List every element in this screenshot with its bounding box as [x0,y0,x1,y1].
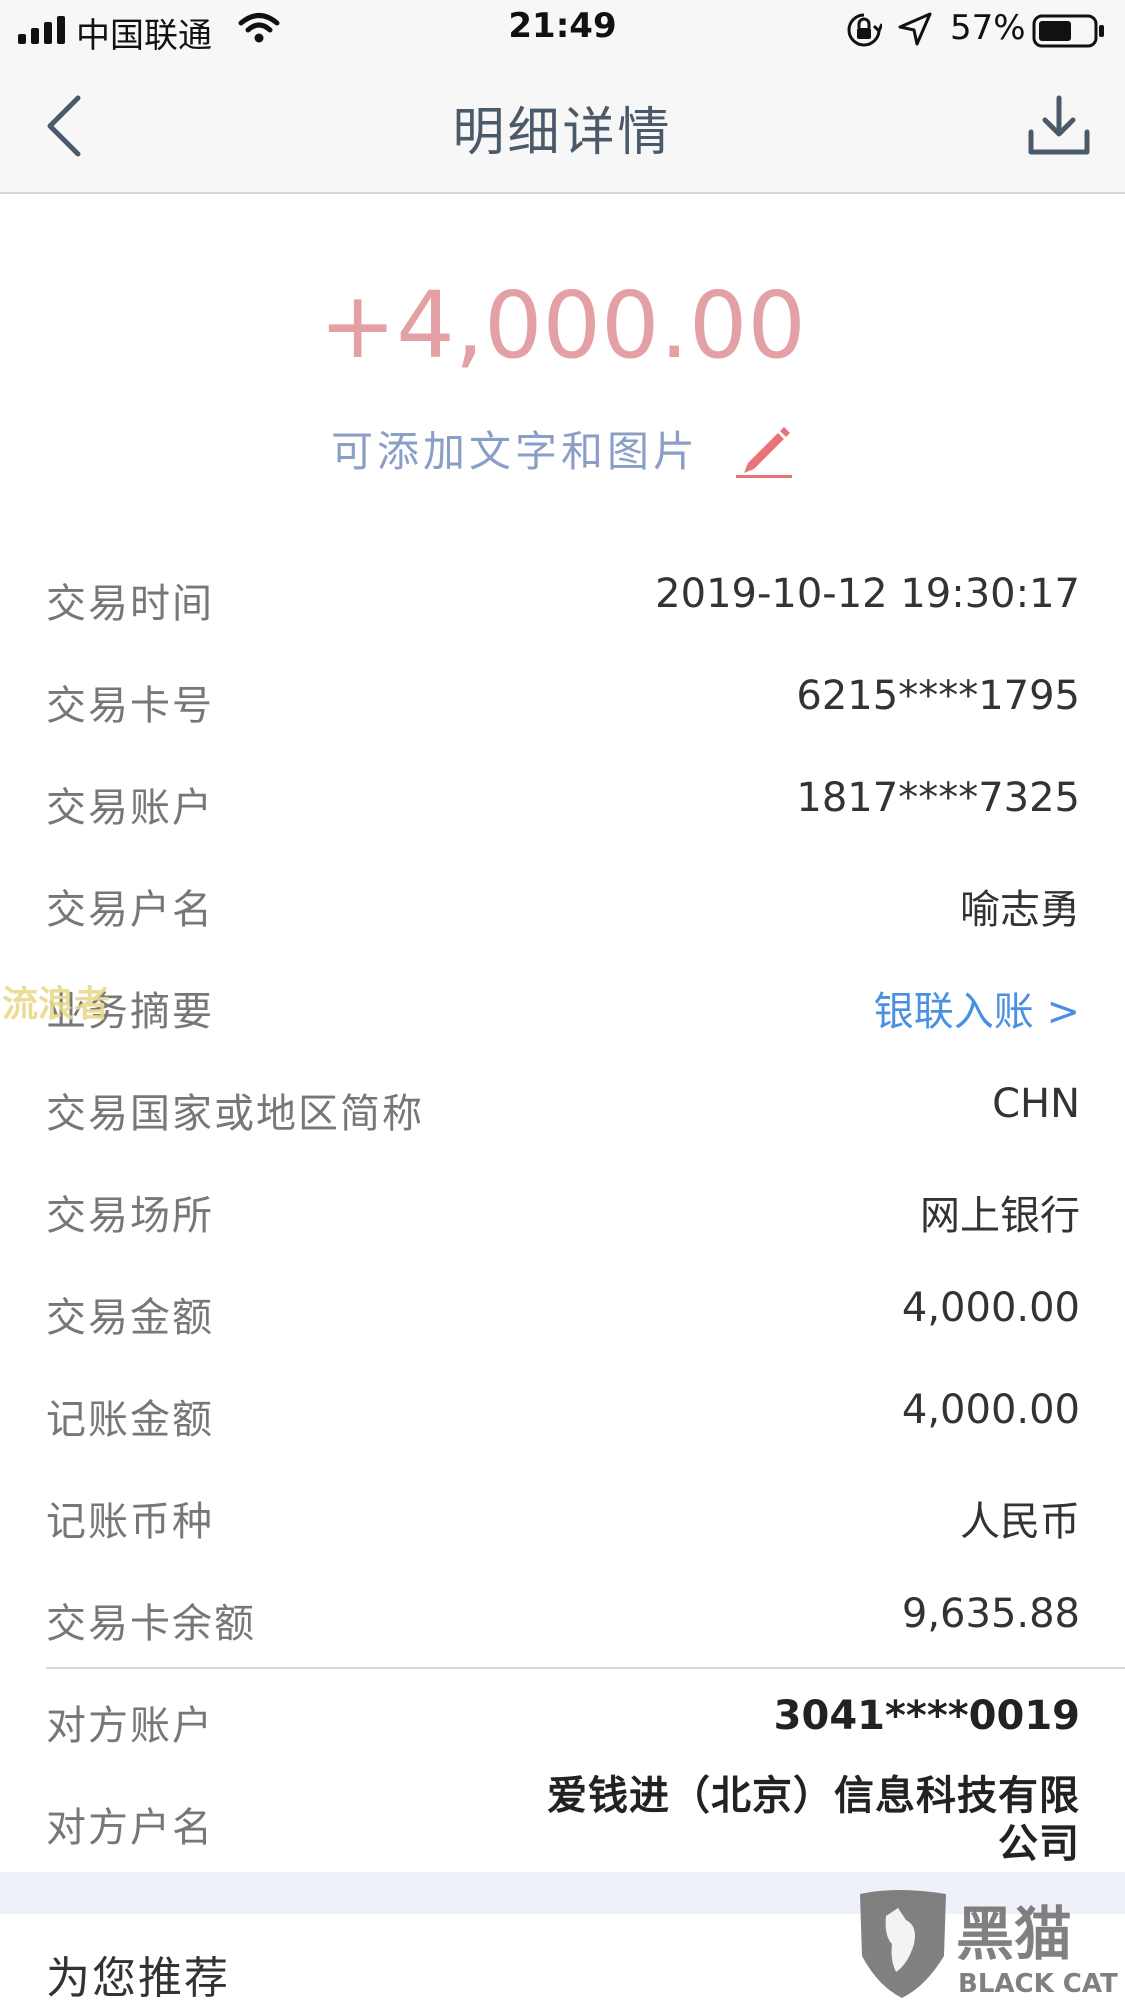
detail-value: 6215****1795 [796,673,1080,719]
detail-value: 4,000.00 [901,1285,1080,1331]
detail-label: 交易卡余额 [46,1601,256,1647]
detail-label: 记账币种 [46,1499,214,1545]
counterparty-account-value: 3041****0019 [773,1693,1080,1739]
watermark-text: 流浪者 [2,984,111,1025]
detail-label: 交易时间 [46,581,214,627]
detail-row-summary[interactable]: 业务摘要 银联入账 > [46,955,1080,1055]
detail-row-posted-amount: 记账金额 4,000.00 [46,1363,1080,1463]
battery-percent: 57% [950,8,1026,48]
download-icon[interactable] [1026,92,1092,158]
detail-row-time: 交易时间 2019-10-12 19:30:17 [46,547,1080,647]
location-icon [898,12,932,46]
orientation-lock-icon [847,13,882,47]
battery-icon [1032,14,1104,48]
detail-value: CHN [992,1081,1080,1127]
detail-label: 交易卡号 [46,683,214,729]
detail-value: 1817****7325 [796,775,1080,821]
detail-value: 网上银行 [920,1193,1080,1239]
detail-value: 9,635.88 [901,1591,1080,1637]
add-note-text[interactable]: 可添加文字和图片 [331,427,699,476]
counterparty-name-value: 爱钱进（北京）信息科技有限公司 [547,1773,1080,1867]
status-bar: 中国联通 21:49 57% [0,0,1125,60]
detail-row-currency: 记账币种 人民币 [46,1465,1080,1565]
detail-value: 4,000.00 [901,1387,1080,1433]
detail-label: 交易户名 [46,887,214,933]
detail-label: 对方账户 [46,1703,214,1749]
detail-label: 交易国家或地区简称 [46,1091,424,1137]
black-cat-logo: 黑猫 BLACK CAT [860,1890,1118,1999]
detail-row-card-number: 交易卡号 6215****1795 [46,649,1080,749]
summary-link[interactable]: 银联入账 > [874,979,1080,1037]
nav-bar: 明细详情 [0,60,1125,194]
detail-value: 2019-10-12 19:30:17 [655,571,1080,617]
edit-pencil-icon[interactable] [734,419,794,479]
detail-label: 记账金额 [46,1397,214,1443]
svg-text:黑猫: 黑猫 [956,1900,1072,1968]
detail-label: 交易场所 [46,1193,214,1239]
detail-row-account-name: 交易户名 喻志勇 [46,853,1080,953]
detail-label: 交易账户 [46,785,214,831]
detail-row-account: 交易账户 1817****7325 [46,751,1080,851]
detail-row-venue: 交易场所 网上银行 [46,1159,1080,1259]
counterparty-account-row: 对方账户 3041****0019 [46,1669,1080,1769]
page-title: 明细详情 [452,103,673,163]
detail-label: 对方户名 [46,1805,214,1851]
detail-row-country: 交易国家或地区简称 CHN [46,1057,1080,1157]
detail-label: 交易金额 [46,1295,214,1341]
recommend-title: 为您推荐 [46,1953,230,2004]
detail-value: 喻志勇 [960,887,1080,933]
svg-text:BLACK CAT: BLACK CAT [958,1969,1118,1999]
detail-value: 人民币 [960,1499,1080,1545]
detail-row-balance: 交易卡余额 9,635.88 [46,1567,1080,1667]
transaction-amount: +4,000.00 [319,272,806,379]
detail-row-amount: 交易金额 4,000.00 [46,1261,1080,1361]
add-note-row[interactable]: 可添加文字和图片 [0,418,1125,478]
